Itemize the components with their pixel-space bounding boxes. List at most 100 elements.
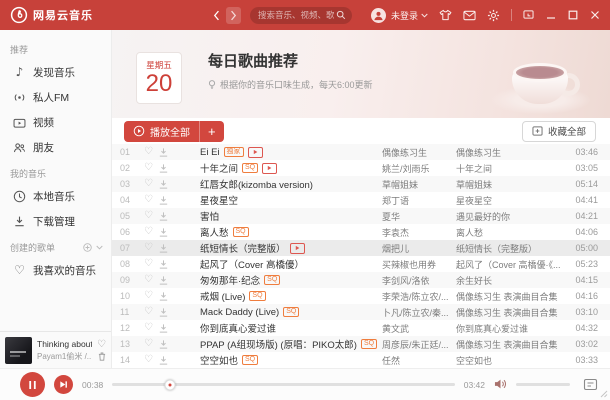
song-album[interactable]: 起风了（Cover 高橋優·《... bbox=[456, 258, 560, 271]
song-artist[interactable]: 周彦辰/朱正廷/... bbox=[382, 338, 456, 351]
avatar[interactable] bbox=[371, 8, 386, 23]
song-title-cell[interactable]: 匆匆那年·纪念SQ bbox=[176, 273, 382, 287]
chevron-down-icon[interactable] bbox=[96, 245, 103, 250]
sidebar-item-1-0[interactable]: 本地音乐 bbox=[0, 184, 111, 209]
song-row[interactable]: 11♡Mack Daddy (Live)SQ卜凡/陈立农/秦...偶像练习生 表… bbox=[112, 304, 610, 320]
song-row[interactable]: 12♡你到底真心爱过谁黄文武你到底真心爱过谁04:32 bbox=[112, 320, 610, 336]
song-album[interactable]: 十年之间 bbox=[456, 162, 560, 175]
login-button[interactable]: 未登录 bbox=[391, 9, 428, 22]
song-title-cell[interactable]: Mack Daddy (Live)SQ bbox=[176, 307, 382, 318]
like-icon[interactable]: ♡ bbox=[97, 340, 106, 349]
download-icon[interactable] bbox=[158, 211, 176, 222]
delete-icon[interactable] bbox=[98, 352, 106, 361]
song-artist[interactable]: 夏华 bbox=[382, 210, 456, 223]
song-album[interactable]: 遇见最好的你 bbox=[456, 210, 560, 223]
progress-handle[interactable] bbox=[165, 379, 176, 390]
song-artist[interactable]: 卜凡/陈立农/秦... bbox=[382, 306, 456, 319]
volume-bar[interactable] bbox=[516, 383, 570, 386]
add-playlist-icon[interactable] bbox=[83, 243, 92, 252]
download-icon[interactable] bbox=[158, 275, 176, 286]
song-artist[interactable]: 买辣椒也用券 bbox=[382, 258, 456, 271]
like-icon[interactable]: ♡ bbox=[144, 179, 158, 189]
like-icon[interactable]: ♡ bbox=[144, 227, 158, 237]
song-album[interactable]: 偶像练习生 表演曲目合集 bbox=[456, 306, 560, 319]
download-icon[interactable] bbox=[158, 259, 176, 270]
now-playing-artist[interactable]: Payam1偷米 /... bbox=[37, 351, 92, 362]
volume-icon[interactable] bbox=[494, 378, 507, 391]
now-playing-panel[interactable]: Thinking about u Payam1偷米 /... ♡ bbox=[0, 331, 111, 368]
now-playing-title[interactable]: Thinking about u bbox=[37, 339, 92, 349]
song-album[interactable]: 偶像练习生 bbox=[456, 146, 560, 159]
minimize-icon[interactable] bbox=[545, 10, 556, 21]
song-album[interactable]: 你到底真心爱过谁 bbox=[456, 322, 560, 335]
like-icon[interactable]: ♡ bbox=[144, 307, 158, 317]
download-icon[interactable] bbox=[158, 163, 176, 174]
search-box[interactable] bbox=[250, 7, 352, 24]
song-title-cell[interactable]: 星夜星空 bbox=[176, 193, 382, 207]
download-icon[interactable] bbox=[158, 227, 176, 238]
download-icon[interactable] bbox=[158, 307, 176, 318]
song-row[interactable]: 04♡星夜星空郑丁语星夜星空04:41 bbox=[112, 192, 610, 208]
sidebar-item-1-1[interactable]: 下载管理 bbox=[0, 209, 111, 234]
maximize-icon[interactable] bbox=[567, 10, 578, 21]
song-artist[interactable]: 郑丁语 bbox=[382, 194, 456, 207]
close-icon[interactable] bbox=[589, 10, 600, 21]
mini-mode-icon[interactable] bbox=[523, 10, 534, 21]
settings-gear-icon[interactable] bbox=[487, 9, 500, 22]
download-icon[interactable] bbox=[158, 323, 176, 334]
song-artist[interactable]: 李袁杰 bbox=[382, 226, 456, 239]
like-icon[interactable]: ♡ bbox=[144, 243, 158, 253]
mail-icon[interactable] bbox=[463, 9, 476, 22]
skin-icon[interactable] bbox=[439, 9, 452, 22]
song-album[interactable]: 偶像练习生 表演曲目合集 bbox=[456, 338, 560, 351]
song-row[interactable]: 06♡离人愁SQ李袁杰离人愁04:06 bbox=[112, 224, 610, 240]
like-icon[interactable]: ♡ bbox=[144, 355, 158, 365]
song-artist[interactable]: 烟把儿 bbox=[382, 242, 456, 255]
search-input[interactable] bbox=[256, 9, 336, 21]
like-icon[interactable]: ♡ bbox=[144, 195, 158, 205]
search-icon[interactable] bbox=[336, 10, 346, 20]
like-icon[interactable]: ♡ bbox=[144, 291, 158, 301]
download-icon[interactable] bbox=[158, 195, 176, 206]
album-art[interactable] bbox=[5, 337, 32, 364]
pause-button[interactable] bbox=[20, 372, 45, 397]
mv-badge[interactable] bbox=[248, 147, 263, 158]
song-row[interactable]: 05♡害怕夏华遇见最好的你04:21 bbox=[112, 208, 610, 224]
sidebar-item-0-1[interactable]: 私人FM bbox=[0, 85, 111, 110]
song-row[interactable]: 13♡PPAP (A组现场版) (原唱：PIKO太郎)SQ周彦辰/朱正廷/...… bbox=[112, 336, 610, 352]
download-icon[interactable] bbox=[158, 147, 176, 158]
song-artist[interactable]: 任然 bbox=[382, 354, 456, 367]
song-title-cell[interactable]: 红唇女郎(kizomba version) bbox=[176, 177, 382, 191]
like-icon[interactable]: ♡ bbox=[144, 163, 158, 173]
song-title-cell[interactable]: 离人愁SQ bbox=[176, 225, 382, 239]
song-row[interactable]: 14♡空空如也SQ任然空空如也03:33 bbox=[112, 352, 610, 368]
like-icon[interactable]: ♡ bbox=[144, 275, 158, 285]
song-album[interactable]: 星夜星空 bbox=[456, 194, 560, 207]
song-title-cell[interactable]: 害怕 bbox=[176, 209, 382, 223]
like-icon[interactable]: ♡ bbox=[144, 211, 158, 221]
song-album[interactable]: 空空如也 bbox=[456, 354, 560, 367]
mv-badge[interactable] bbox=[290, 243, 305, 254]
forward-button[interactable] bbox=[226, 7, 241, 24]
back-button[interactable] bbox=[209, 7, 224, 24]
song-row[interactable]: 10♡戒烟 (Live)SQ李荣浩/陈立农/...偶像练习生 表演曲目合集04:… bbox=[112, 288, 610, 304]
mv-badge[interactable] bbox=[262, 163, 277, 174]
download-icon[interactable] bbox=[158, 179, 176, 190]
download-icon[interactable] bbox=[158, 339, 176, 350]
song-row[interactable]: 01♡Ei Ei独家偶像练习生偶像练习生03:46 bbox=[112, 144, 610, 160]
song-row[interactable]: 07♡纸短情长（完整版）烟把儿纸短情长（完整版）05:00 bbox=[112, 240, 610, 256]
like-icon[interactable]: ♡ bbox=[144, 147, 158, 157]
sidebar-item-0-2[interactable]: 视频 bbox=[0, 110, 111, 135]
collect-all-button[interactable]: 收藏全部 bbox=[522, 121, 596, 142]
like-icon[interactable]: ♡ bbox=[144, 339, 158, 349]
song-album[interactable]: 纸短情长（完整版） bbox=[456, 242, 560, 255]
sidebar-item-0-3[interactable]: 朋友 bbox=[0, 135, 111, 160]
song-artist[interactable]: 李荣浩/陈立农/... bbox=[382, 290, 456, 303]
play-all-button[interactable]: 播放全部 + bbox=[124, 121, 224, 142]
song-title-cell[interactable]: 戒烟 (Live)SQ bbox=[176, 289, 382, 303]
song-row[interactable]: 03♡红唇女郎(kizomba version)草帽姐妹草帽姐妹05:14 bbox=[112, 176, 610, 192]
playlist-icon[interactable] bbox=[583, 377, 598, 392]
song-album[interactable]: 草帽姐妹 bbox=[456, 178, 560, 191]
song-artist[interactable]: 黄文武 bbox=[382, 322, 456, 335]
song-album[interactable]: 离人愁 bbox=[456, 226, 560, 239]
